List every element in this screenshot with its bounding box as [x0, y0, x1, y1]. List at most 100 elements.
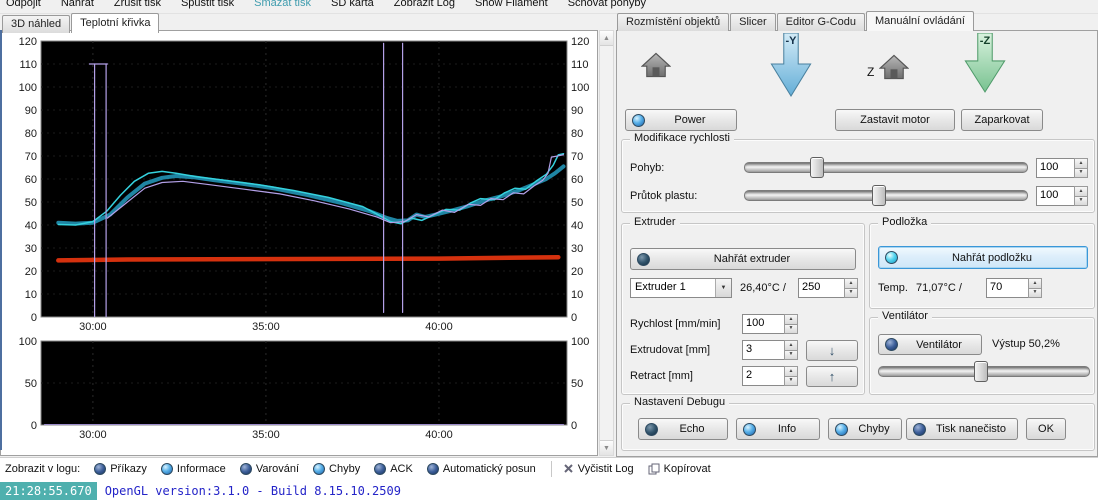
log-options-bar: Zobrazit v logu: Příkazy Informace Varov…	[0, 457, 1098, 479]
chevron-down-icon[interactable]: ▼	[715, 279, 731, 297]
menu-item-show-log[interactable]: Zobrazit Log	[394, 0, 455, 12]
ok-button[interactable]: OK	[1026, 418, 1066, 440]
stop-motor-button[interactable]: Zastavit motor	[835, 109, 955, 131]
bed-target-stepper[interactable]: 70 ▲▼	[986, 278, 1042, 298]
menu-item-load[interactable]: Nahrát	[61, 0, 94, 12]
spin-down-icon[interactable]: ▼	[784, 325, 798, 335]
power-button[interactable]: Power	[625, 109, 737, 131]
tab-object-placement[interactable]: Rozmístění objektů	[617, 13, 729, 31]
move-speed-slider[interactable]	[744, 162, 1028, 173]
tab-gcode-editor[interactable]: Editor G-Codu	[777, 13, 865, 31]
toggle-ack[interactable]: ACK	[369, 463, 422, 475]
extrude-button[interactable]: ↓	[806, 340, 858, 361]
toggle-errors[interactable]: Chyby	[308, 463, 369, 475]
spin-down-icon[interactable]: ▼	[844, 289, 858, 299]
clear-log-label: Vyčistit Log	[578, 463, 634, 475]
spin-up-icon[interactable]: ▲	[844, 278, 858, 289]
flow-label: Průtok plastu:	[630, 190, 697, 202]
spin-down-icon[interactable]: ▼	[1028, 289, 1042, 299]
tab-3d-preview[interactable]: 3D náhled	[2, 15, 70, 33]
arrow-y-label: -Y	[770, 35, 812, 47]
extruder-target-stepper[interactable]: 250 ▲▼	[798, 278, 858, 298]
retract-amount-value[interactable]: 2	[742, 366, 784, 386]
move-speed-value[interactable]: 100	[1036, 158, 1074, 178]
dry-run-label: Tisk nanečisto	[931, 423, 1011, 435]
heat-bed-button[interactable]: Nahřát podložku	[878, 246, 1088, 269]
fan-button-label: Ventilátor	[903, 339, 975, 351]
menu-item-kill-print[interactable]: Zrušit tisk	[114, 0, 161, 12]
fan-slider[interactable]	[878, 366, 1090, 377]
slider-thumb[interactable]	[872, 185, 886, 206]
debug-errors-button[interactable]: Chyby	[828, 418, 902, 440]
svg-text:35:00: 35:00	[252, 321, 280, 333]
bed-target-value[interactable]: 70	[986, 278, 1028, 298]
flow-slider[interactable]	[744, 190, 1028, 201]
copy-log-button[interactable]: Kopírovat	[643, 463, 720, 475]
arrow-z-label: -Z	[964, 35, 1006, 47]
svg-text:0: 0	[571, 312, 577, 324]
menu-item-show-filament[interactable]: Show Filament	[475, 0, 548, 12]
home-button[interactable]	[641, 51, 671, 84]
spin-up-icon[interactable]: ▲	[1074, 158, 1088, 169]
spin-up-icon[interactable]: ▲	[1028, 278, 1042, 289]
spin-down-icon[interactable]: ▼	[1074, 197, 1088, 207]
clear-log-button[interactable]: Vyčistit Log	[558, 463, 643, 475]
menu-item-erase-print[interactable]: Smazat tisk	[254, 0, 311, 12]
tab-temperature-curve[interactable]: Teplotní křivka	[71, 13, 159, 33]
move-y-minus-button[interactable]: -Y	[770, 33, 812, 97]
extrude-speed-value[interactable]: 100	[742, 314, 784, 334]
vertical-scrollbar[interactable]: ▲ ▼	[599, 30, 614, 456]
echo-label: Echo	[663, 423, 721, 435]
move-speed-stepper[interactable]: 100 ▲▼	[1036, 158, 1088, 178]
retract-button[interactable]: ↑	[806, 366, 858, 387]
retract-amount-stepper[interactable]: 2 ▲▼	[742, 366, 798, 386]
menu-item-start-print[interactable]: Spustit tisk	[181, 0, 234, 12]
svg-text:70: 70	[571, 151, 583, 163]
debug-echo-button[interactable]: Echo	[638, 418, 728, 440]
spin-up-icon[interactable]: ▲	[1074, 186, 1088, 197]
scroll-up-icon[interactable]: ▲	[600, 31, 613, 46]
svg-text:10: 10	[571, 289, 583, 301]
spin-up-icon[interactable]: ▲	[784, 340, 798, 351]
spin-up-icon[interactable]: ▲	[784, 366, 798, 377]
extrude-amount-value[interactable]: 3	[742, 340, 784, 360]
extruder-group: Extruder Nahřát extruder Extruder 1 ▼ 26…	[621, 223, 865, 395]
toggle-autoscroll[interactable]: Automatický posun	[422, 463, 545, 475]
spin-down-icon[interactable]: ▼	[784, 351, 798, 361]
debug-dry-run-button[interactable]: Tisk nanečisto	[906, 418, 1018, 440]
spin-down-icon[interactable]: ▼	[784, 377, 798, 387]
debug-group: Nastavení Debugu Echo Info Chyby Tisk na…	[621, 403, 1095, 451]
move-z-minus-button[interactable]: -Z	[964, 33, 1006, 93]
log-timestamp: 21:28:55.670	[0, 482, 97, 500]
flow-value[interactable]: 100	[1036, 186, 1074, 206]
heat-extruder-button[interactable]: Nahřát extruder	[630, 248, 856, 270]
menu-item-disconnect[interactable]: Odpojit	[6, 0, 41, 12]
menu-item-sd-card[interactable]: SD karta	[331, 0, 374, 12]
tab-slicer[interactable]: Slicer	[730, 13, 776, 31]
svg-text:60: 60	[25, 174, 37, 186]
extruder-target-value[interactable]: 250	[798, 278, 844, 298]
toggle-information[interactable]: Informace	[156, 463, 235, 475]
spin-down-icon[interactable]: ▼	[1074, 169, 1088, 179]
extrude-amount-stepper[interactable]: 3 ▲▼	[742, 340, 798, 360]
home-z-button[interactable]	[879, 53, 909, 86]
scroll-down-icon[interactable]: ▼	[600, 440, 613, 455]
flow-stepper[interactable]: 100 ▲▼	[1036, 186, 1088, 206]
information-led-icon	[161, 463, 173, 475]
spin-up-icon[interactable]: ▲	[784, 314, 798, 325]
extruder-select[interactable]: Extruder 1 ▼	[630, 278, 732, 298]
slider-thumb[interactable]	[810, 157, 824, 178]
tab-manual-control[interactable]: Manuální ovládání	[866, 11, 974, 31]
toggle-commands[interactable]: Příkazy	[89, 463, 156, 475]
svg-text:50: 50	[571, 197, 583, 209]
extrude-speed-stepper[interactable]: 100 ▲▼	[742, 314, 798, 334]
debug-info-button[interactable]: Info	[736, 418, 820, 440]
slider-thumb[interactable]	[974, 361, 988, 382]
window-edge	[0, 30, 2, 450]
toggle-warnings[interactable]: Varování	[235, 463, 308, 475]
park-button[interactable]: Zaparkovat	[961, 109, 1043, 131]
svg-text:120: 120	[19, 36, 37, 48]
fan-group: Ventilátor Ventilátor Výstup 50,2%	[869, 317, 1095, 395]
fan-button[interactable]: Ventilátor	[878, 334, 982, 355]
svg-text:10: 10	[25, 289, 37, 301]
